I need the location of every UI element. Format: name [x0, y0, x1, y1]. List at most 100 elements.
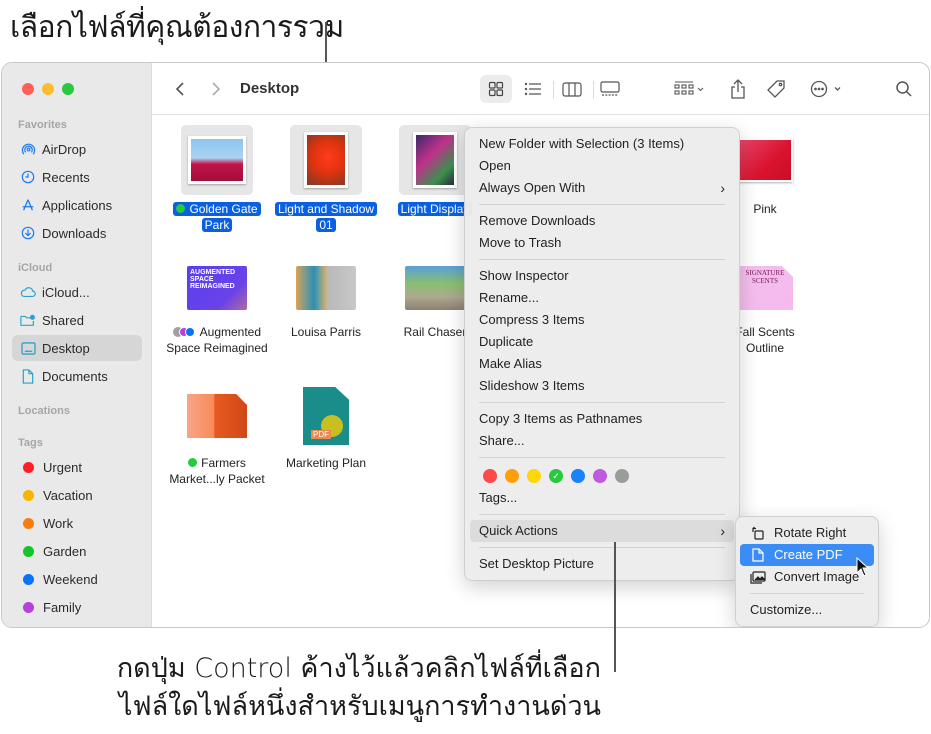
file-light-and-shadow-01[interactable]: Light and Shadow 01: [271, 125, 381, 233]
menu-item-duplicate[interactable]: Duplicate: [465, 331, 739, 353]
checkmark-icon: ✓: [552, 470, 560, 481]
photo-thumbnail: [304, 132, 348, 188]
tag-blue-button[interactable]: [571, 469, 585, 483]
tag-orange-button[interactable]: [505, 469, 519, 483]
share-button[interactable]: [726, 75, 750, 103]
menu-item-compress[interactable]: Compress 3 Items: [465, 309, 739, 331]
search-button[interactable]: [892, 75, 916, 103]
share-icon: [731, 79, 745, 99]
sidebar-tag-urgent[interactable]: Urgent: [12, 454, 142, 480]
menu-item-create-pdf[interactable]: Create PDF: [740, 544, 874, 566]
tag-purple-button[interactable]: [593, 469, 607, 483]
menu-item-customize[interactable]: Customize...: [736, 599, 878, 621]
sidebar-item-label: AirDrop: [42, 141, 87, 157]
file-golden-gate-park[interactable]: Golden Gate Park: [162, 125, 272, 233]
sidebar-item-recents[interactable]: Recents: [12, 164, 142, 190]
group-by-button[interactable]: [669, 75, 709, 103]
list-view-button[interactable]: [518, 75, 548, 103]
sidebar-section-tags: Tags: [18, 437, 43, 449]
file-label: Louisa Parris: [290, 325, 362, 339]
menu-item-rename[interactable]: Rename...: [465, 287, 739, 309]
tag-color-dot: [23, 601, 34, 613]
tag-gray-button[interactable]: [615, 469, 629, 483]
minimize-button[interactable]: [42, 83, 54, 95]
sidebar-tag-work[interactable]: Work: [12, 510, 142, 536]
menu-item-make-alias[interactable]: Make Alias: [465, 353, 739, 375]
sidebar-item-downloads[interactable]: Downloads: [12, 220, 142, 246]
tag-button[interactable]: [764, 75, 788, 103]
file-louisa-parris[interactable]: Louisa Parris: [271, 258, 381, 340]
file-marketing-plan[interactable]: PDF Marketing Plan: [271, 383, 381, 471]
sidebar-tag-family[interactable]: Family: [12, 594, 142, 620]
tag-color-dot: [23, 517, 34, 529]
file-label: Light and Shadow 01: [271, 201, 381, 233]
pdf-thumbnail: PDF: [303, 387, 349, 445]
tag-green-button[interactable]: ✓: [549, 469, 563, 483]
menu-item-rotate-right[interactable]: Rotate Right: [736, 522, 878, 544]
sidebar-tag-weekend[interactable]: Weekend: [12, 566, 142, 592]
menu-item-set-desktop-picture[interactable]: Set Desktop Picture: [465, 553, 739, 575]
context-menu: New Folder with Selection (3 Items) Open…: [464, 127, 740, 581]
annotation-top: เลือกไฟล์ที่คุณต้องการรวม: [10, 10, 344, 45]
list-icon: [524, 82, 541, 96]
menu-item-move-to-trash[interactable]: Move to Trash: [465, 232, 739, 254]
file-thumbnail: PDF: [290, 383, 362, 449]
menu-separator: [479, 402, 725, 403]
tag-yellow-button[interactable]: [527, 469, 541, 483]
sidebar-item-shared[interactable]: Shared: [12, 307, 142, 333]
document-thumbnail: [187, 394, 247, 438]
menu-item-new-folder-with-selection[interactable]: New Folder with Selection (3 Items): [465, 133, 739, 155]
file-augmented-space-reimagined[interactable]: AUGMENTED SPACE REIMAGINED Augmented Space…: [162, 258, 272, 356]
menu-item-label: Always Open With: [479, 180, 586, 195]
cloud-icon: [20, 284, 36, 300]
menu-item-open[interactable]: Open: [465, 155, 739, 177]
file-farmers-market-packet[interactable]: Farmers Market...ly Packet: [162, 383, 272, 487]
menu-item-tags[interactable]: Tags...: [465, 487, 739, 509]
menu-item-label: Rotate Right: [774, 525, 847, 540]
tag-red-button[interactable]: [483, 469, 497, 483]
menu-item-share[interactable]: Share...: [465, 430, 739, 452]
menu-item-quick-actions[interactable]: Quick Actions ›: [470, 520, 734, 542]
sidebar-tag-vacation[interactable]: Vacation: [12, 482, 142, 508]
sidebar-tag-garden[interactable]: Garden: [12, 538, 142, 564]
file-thumbnail: [181, 125, 253, 195]
pdf-document-icon: [750, 548, 766, 562]
zoom-button[interactable]: [62, 83, 74, 95]
menu-separator: [479, 259, 725, 260]
menu-item-remove-downloads[interactable]: Remove Downloads: [465, 210, 739, 232]
download-icon: [20, 225, 36, 241]
sidebar-item-applications[interactable]: Applications: [12, 192, 142, 218]
menu-item-label: Create PDF: [774, 547, 843, 562]
menu-item-slideshow[interactable]: Slideshow 3 Items: [465, 375, 739, 397]
toolbar: Desktop: [152, 63, 929, 115]
menu-item-show-inspector[interactable]: Show Inspector: [465, 265, 739, 287]
more-actions-button[interactable]: [807, 75, 847, 103]
sidebar-item-documents[interactable]: Documents: [12, 363, 142, 389]
sidebar-item-airdrop[interactable]: AirDrop: [12, 136, 142, 162]
sidebar-item-label: Documents: [42, 368, 108, 384]
menu-separator: [479, 457, 725, 458]
sidebar-section-favorites: Favorites: [18, 119, 67, 131]
menu-separator: [479, 514, 725, 515]
gallery-view-button[interactable]: [595, 75, 625, 103]
forward-button[interactable]: [204, 75, 228, 103]
sidebar-item-desktop[interactable]: Desktop: [12, 335, 142, 361]
traffic-lights: [22, 83, 74, 95]
chevron-left-icon: [175, 82, 184, 96]
tag-dot-green: [176, 204, 186, 213]
convert-image-icon: [750, 570, 766, 584]
back-button[interactable]: [168, 75, 192, 103]
menu-item-always-open-with[interactable]: Always Open With ›: [465, 177, 739, 199]
close-button[interactable]: [22, 83, 34, 95]
icon-view-button[interactable]: [480, 75, 512, 103]
file-thumbnail: [290, 125, 362, 195]
file-thumbnail: AUGMENTED SPACE REIMAGINED: [181, 258, 253, 318]
document-icon: [20, 368, 36, 384]
sidebar-item-label: Desktop: [42, 340, 90, 356]
document-thumbnail: SIGNATURE SCENTS: [737, 266, 793, 310]
finder-window: Favorites AirDrop Recents Applications D…: [1, 62, 930, 628]
menu-item-copy-pathnames[interactable]: Copy 3 Items as Pathnames: [465, 408, 739, 430]
tag-color-dot: [23, 573, 34, 585]
sidebar-item-icloud-drive[interactable]: iCloud...: [12, 279, 142, 305]
column-view-button[interactable]: [557, 75, 587, 103]
